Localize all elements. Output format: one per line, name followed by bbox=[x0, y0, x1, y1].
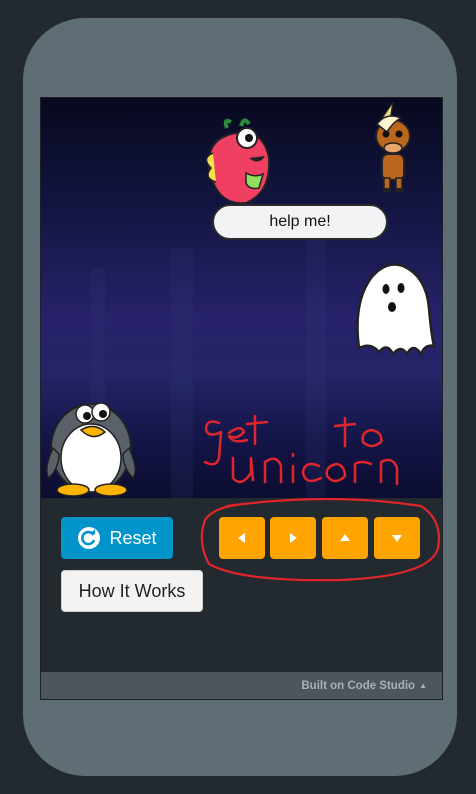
arrow-left-icon bbox=[238, 533, 245, 543]
game-stage: help me! bbox=[41, 98, 442, 498]
footer-text[interactable]: Built on Code Studio bbox=[301, 680, 415, 692]
reset-icon bbox=[78, 527, 101, 549]
arrow-up-icon bbox=[340, 534, 350, 541]
unicorn-sprite bbox=[375, 101, 411, 192]
speech-bubble-text: help me! bbox=[269, 213, 331, 230]
ghost-sprite bbox=[356, 263, 436, 357]
controls-area: Reset How It Works bbox=[41, 498, 442, 672]
footer-bar[interactable]: Built on Code Studio ▲ bbox=[41, 672, 442, 699]
reset-button[interactable]: Reset bbox=[61, 517, 173, 559]
up-arrow-button[interactable] bbox=[322, 517, 368, 559]
arrow-right-icon bbox=[290, 533, 297, 543]
down-arrow-button[interactable] bbox=[374, 517, 420, 559]
monster-sprite bbox=[205, 118, 271, 211]
stage-scene bbox=[46, 101, 436, 498]
how-it-works-button[interactable]: How It Works bbox=[61, 570, 203, 612]
arrow-down-icon bbox=[392, 535, 402, 542]
right-arrow-button[interactable] bbox=[270, 517, 316, 559]
handwritten-annotation bbox=[203, 414, 399, 486]
how-it-works-label: How It Works bbox=[78, 580, 186, 601]
caret-up-icon: ▲ bbox=[419, 681, 427, 690]
app-screen: help me! Reset How It Works Built on Cod… bbox=[40, 97, 443, 700]
left-arrow-button[interactable] bbox=[219, 517, 265, 559]
penguin-sprite bbox=[46, 402, 136, 497]
speech-bubble: help me! bbox=[212, 204, 388, 240]
reset-button-label: Reset bbox=[109, 527, 157, 548]
